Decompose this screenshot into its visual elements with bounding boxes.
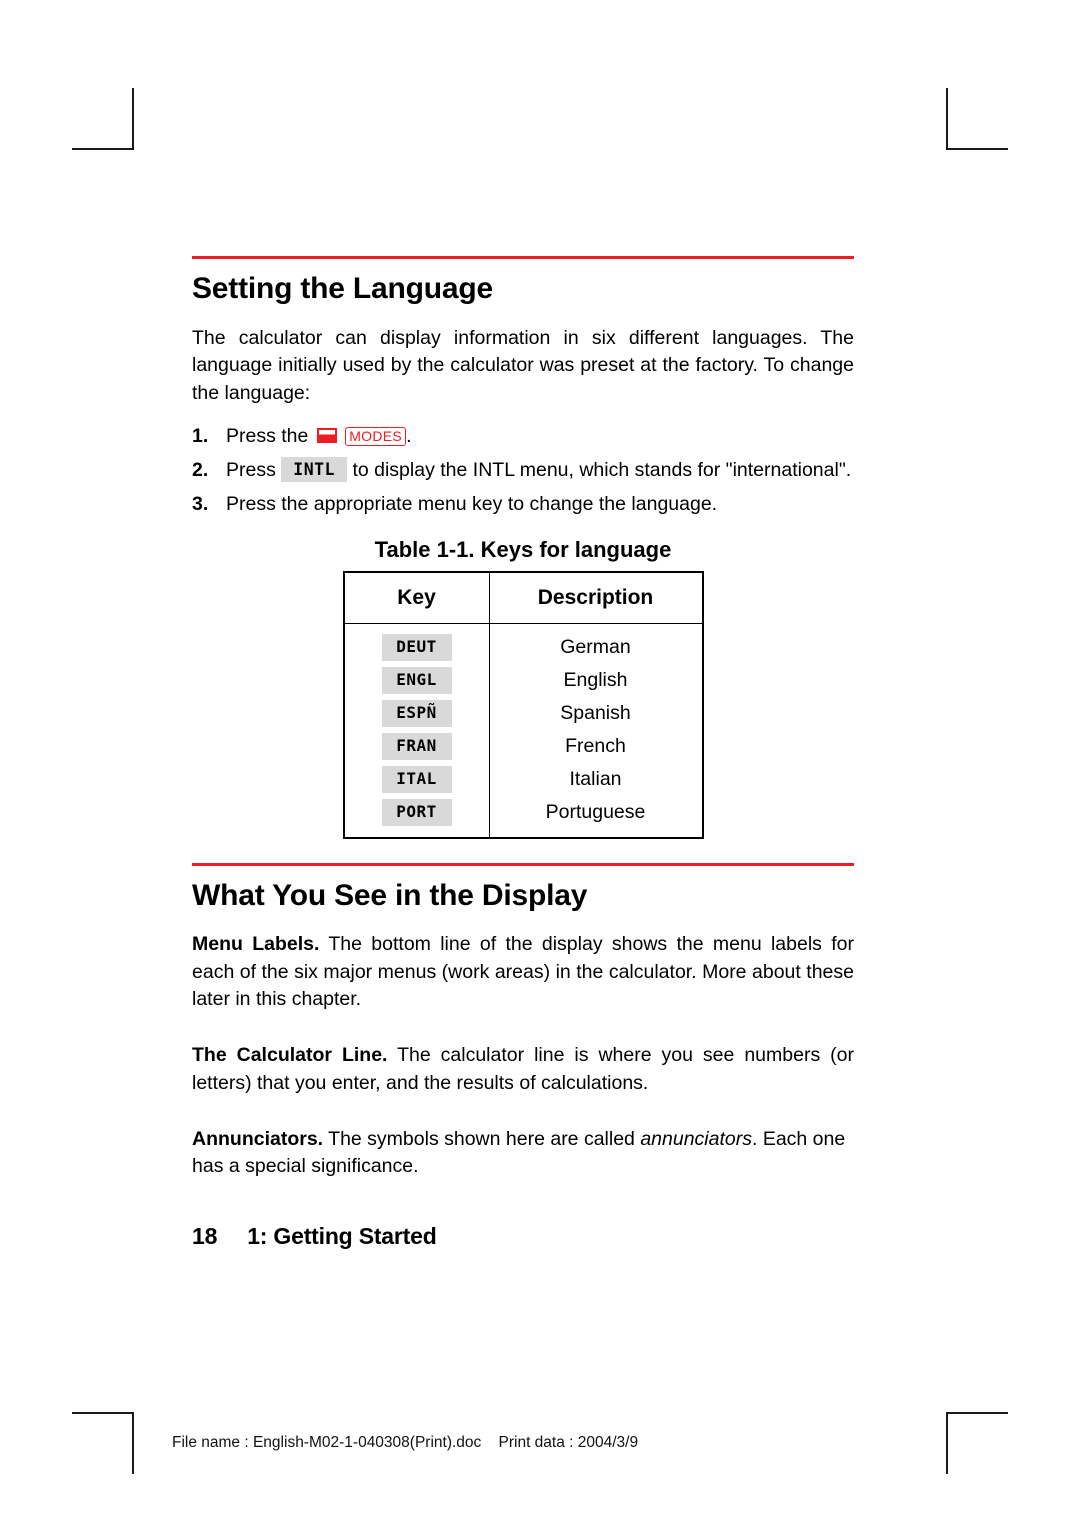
emphasis-annunciators: annunciators bbox=[640, 1127, 752, 1150]
table-row: FRAN French bbox=[343, 729, 703, 763]
section-divider-rule-display bbox=[192, 862, 854, 866]
chapter-label: 1: Getting Started bbox=[247, 1222, 437, 1249]
section-divider-rule-language bbox=[192, 256, 854, 259]
paragraph-lead-calculator-line: The Calculator Line. bbox=[192, 1044, 388, 1067]
table-cell-description: Spanish bbox=[560, 702, 631, 724]
crop-mark-bottom-right-horizontal bbox=[946, 1412, 1008, 1414]
table-cell-description: Portuguese bbox=[545, 800, 646, 823]
section-heading-what-you-see-in-the-display: What You See in the Display bbox=[192, 878, 588, 912]
step-number-3: 3. bbox=[192, 493, 209, 516]
table-caption: Table 1-1. Keys for language bbox=[374, 537, 672, 563]
key-glyph-deut: DEUT bbox=[381, 634, 452, 662]
step-item-1: 1. Press the MODES. bbox=[192, 422, 854, 451]
key-glyph-fran: FRAN bbox=[381, 732, 452, 760]
table-header-row: Key Description bbox=[343, 572, 703, 625]
table-cell-key: PORT bbox=[343, 795, 490, 838]
table-row: DEUT German bbox=[343, 623, 703, 665]
table-row: ENGL English bbox=[343, 664, 703, 698]
crop-mark-top-left-horizontal bbox=[72, 148, 134, 150]
crop-mark-top-right-vertical bbox=[946, 88, 948, 150]
step-number-1: 1. bbox=[192, 424, 209, 447]
page-number: 18 bbox=[192, 1222, 218, 1249]
step-2-text-before: Press bbox=[226, 458, 276, 481]
table-cell-description: French bbox=[565, 734, 626, 757]
section-heading-setting-the-language: Setting the Language bbox=[192, 272, 494, 305]
paragraph-lead-annunciators: Annunciators. bbox=[192, 1127, 324, 1150]
paragraph-body-annunciators-before: The symbols shown here are called bbox=[323, 1127, 641, 1150]
table-cell-key: ESPÑ bbox=[343, 697, 490, 730]
paragraph-menu-labels: Menu Labels. The bottom line of the disp… bbox=[192, 931, 854, 1014]
table-cell-description: English bbox=[563, 669, 628, 692]
key-glyph-intl: INTL bbox=[281, 456, 348, 483]
page-content: Setting the Language The calculator can … bbox=[192, 256, 854, 1250]
crop-mark-bottom-right-vertical bbox=[946, 1412, 948, 1474]
key-glyph-modes: MODES bbox=[345, 426, 407, 446]
crop-mark-bottom-left-vertical bbox=[132, 1412, 134, 1474]
step-1-text-before: Press the bbox=[226, 424, 309, 447]
keys-for-language-table: Key Description DEUT German ENGL English bbox=[342, 571, 704, 839]
step-2-text-after: to display the INTL menu, which stands f… bbox=[352, 458, 852, 481]
table-cell-key: DEUT bbox=[343, 623, 490, 665]
paragraph-language-intro: The calculator can display information i… bbox=[192, 326, 854, 404]
table-cell-key: ITAL bbox=[343, 762, 490, 796]
paragraph-calculator-line: The Calculator Line. The calculator line… bbox=[192, 1042, 854, 1097]
table-cell-key: ENGL bbox=[343, 664, 490, 698]
column-header-description: Description bbox=[489, 572, 703, 625]
key-glyph-ital: ITAL bbox=[381, 765, 452, 793]
page-footer: 18 1: Getting Started bbox=[192, 1223, 854, 1250]
crop-mark-top-right-horizontal bbox=[946, 148, 1008, 150]
step-1-text-after: . bbox=[406, 424, 412, 447]
step-item-2: 2. Press INTL to display the INTL menu, … bbox=[192, 456, 854, 485]
table-cell-description: German bbox=[560, 636, 631, 659]
document-page: { "colors": { "accent_red": "#ee1c25", "… bbox=[0, 0, 1080, 1526]
table-cell-key: FRAN bbox=[343, 729, 490, 763]
table-row: PORT Portuguese bbox=[343, 795, 703, 838]
table-cell-description: Italian bbox=[569, 767, 622, 790]
red-shift-key-icon bbox=[316, 427, 337, 443]
table-row: ITAL Italian bbox=[343, 762, 703, 796]
key-glyph-engl: ENGL bbox=[381, 667, 452, 695]
step-item-3: 3. Press the appropriate menu key to cha… bbox=[192, 490, 854, 519]
column-header-key: Key bbox=[343, 572, 490, 625]
paragraph-annunciators: Annunciators. The symbols shown here are… bbox=[192, 1126, 854, 1181]
crop-mark-top-left-vertical bbox=[132, 88, 134, 150]
table-row: ESPÑ Spanish bbox=[343, 697, 703, 730]
key-glyph-port: PORT bbox=[381, 798, 452, 826]
step-3-text: Press the appropriate menu key to change… bbox=[226, 493, 718, 516]
print-footer: File name : English-M02-1-040308(Print).… bbox=[172, 1434, 639, 1451]
step-number-2: 2. bbox=[192, 458, 209, 481]
crop-mark-bottom-left-horizontal bbox=[72, 1412, 134, 1414]
steps-list: 1. Press the MODES. 2. Press INTL to dis… bbox=[192, 422, 854, 520]
key-glyph-espn: ESPÑ bbox=[381, 700, 452, 727]
paragraph-lead-menu-labels: Menu Labels. bbox=[192, 933, 320, 956]
